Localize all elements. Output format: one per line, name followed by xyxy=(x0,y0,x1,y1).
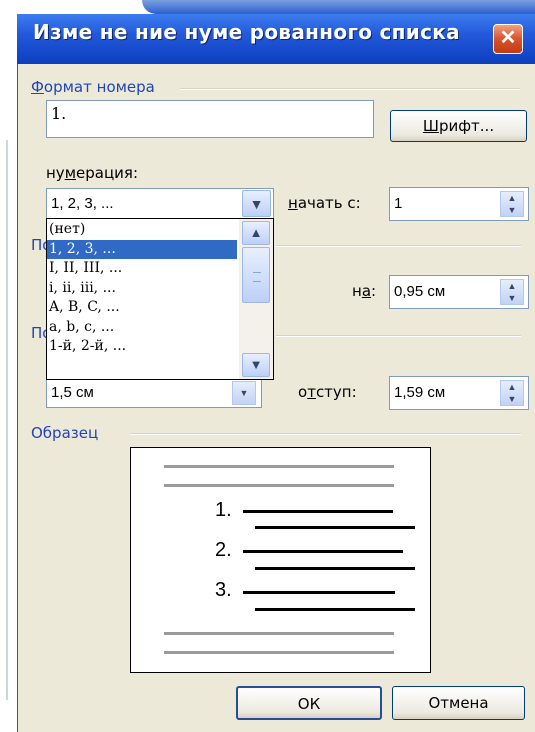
preview-group-label: Образец xyxy=(31,424,105,442)
dropdown-scrollbar[interactable]: ▲ ▼ xyxy=(239,219,273,379)
tab-stop-field[interactable]: 1,5 см xyxy=(46,378,262,408)
preview-gray-line xyxy=(164,465,394,468)
indent-spinner[interactable]: ▲ ▼ xyxy=(500,380,524,406)
numbering-selected-value: 1, 2, 3, ... xyxy=(51,195,114,212)
scroll-up-button[interactable]: ▲ xyxy=(242,221,270,245)
numbering-select[interactable]: 1, 2, 3, ... xyxy=(46,188,274,220)
dropdown-option[interactable]: I, II, III, ... xyxy=(47,259,237,279)
tab-stop-value: 1,5 см xyxy=(51,384,94,401)
start-at-spinner[interactable]: ▲ ▼ xyxy=(500,191,524,217)
aligned-at-value: 0,95 см xyxy=(394,283,446,300)
preview-box: 1. 2. 3. xyxy=(130,447,431,673)
numbering-label: нумерация: xyxy=(46,164,138,182)
tab-stop-spinner[interactable]: ▼ xyxy=(232,381,256,405)
preview-text-line xyxy=(255,608,415,611)
dropdown-option[interactable]: i, ii, iii, ... xyxy=(47,279,237,299)
spinner-down-icon: ▼ xyxy=(507,394,517,404)
aligned-at-spinner[interactable]: ▲ ▼ xyxy=(500,279,524,305)
aligned-at-label: на: xyxy=(352,282,377,300)
spinner-down-icon: ▼ xyxy=(239,388,249,398)
ok-button[interactable]: ОК xyxy=(236,686,382,720)
dropdown-option[interactable]: 1-й, 2-й, ... xyxy=(47,337,237,357)
number-format-field[interactable]: 1. xyxy=(46,100,374,138)
dropdown-option[interactable]: (нет) xyxy=(47,220,237,240)
spinner-down-icon: ▼ xyxy=(507,293,517,303)
spinner-down-icon: ▼ xyxy=(507,205,517,215)
font-button[interactable]: Шрифт... xyxy=(390,110,527,142)
spinner-up-icon: ▲ xyxy=(507,281,517,291)
dropdown-option[interactable]: 1, 2, 3, ... xyxy=(47,239,237,259)
preview-text-line xyxy=(243,550,403,553)
dropdown-option[interactable]: a, b, c, ... xyxy=(47,318,237,338)
dropdown-items: (нет) 1, 2, 3, ... I, II, III, ... i, ii, i… xyxy=(47,220,237,357)
preview-number: 1. xyxy=(215,499,232,521)
preview-gray-line xyxy=(164,632,394,635)
preview-number: 3. xyxy=(215,579,232,601)
preview-text-line xyxy=(255,526,415,529)
close-icon: ✕ xyxy=(499,27,517,49)
grip-icon xyxy=(253,272,261,282)
indent-value: 1,59 см xyxy=(394,384,446,401)
chevron-down-icon: ▼ xyxy=(249,196,264,212)
scroll-thumb[interactable] xyxy=(242,247,270,303)
spinner-up-icon: ▲ xyxy=(507,382,517,392)
cancel-button[interactable]: Отмена xyxy=(392,686,525,720)
group-divider xyxy=(276,335,521,337)
close-button[interactable]: ✕ xyxy=(493,24,523,54)
spinner-up-icon: ▲ xyxy=(507,193,517,203)
indent-label: отступ: xyxy=(298,383,357,401)
background-line xyxy=(6,140,8,700)
preview-number: 2. xyxy=(215,539,232,561)
preview-gray-line xyxy=(164,484,394,487)
preview-gray-line xyxy=(164,651,394,654)
dialog-title: Изме не ние нуме рованного списка xyxy=(33,20,460,44)
start-at-label: начать с: xyxy=(288,194,361,212)
group-divider xyxy=(130,433,521,435)
group-divider xyxy=(180,88,520,90)
numbering-dropdown-button[interactable]: ▼ xyxy=(242,190,271,217)
preview-text-line xyxy=(243,591,395,594)
background-tab xyxy=(142,0,535,14)
start-at-value: 1 xyxy=(394,195,403,212)
chevron-up-icon: ▲ xyxy=(249,225,263,240)
scroll-down-button[interactable]: ▼ xyxy=(242,353,270,377)
preview-text-line xyxy=(255,567,415,570)
numbering-dropdown-list[interactable]: (нет) 1, 2, 3, ... I, II, III, ... i, ii, i… xyxy=(46,218,274,380)
chevron-down-icon: ▼ xyxy=(249,357,263,372)
preview-text-line xyxy=(243,510,393,513)
group-divider xyxy=(276,245,521,247)
dropdown-option[interactable]: A, B, C, ... xyxy=(47,298,237,318)
number-format-group-label: Формат номера xyxy=(31,78,161,96)
